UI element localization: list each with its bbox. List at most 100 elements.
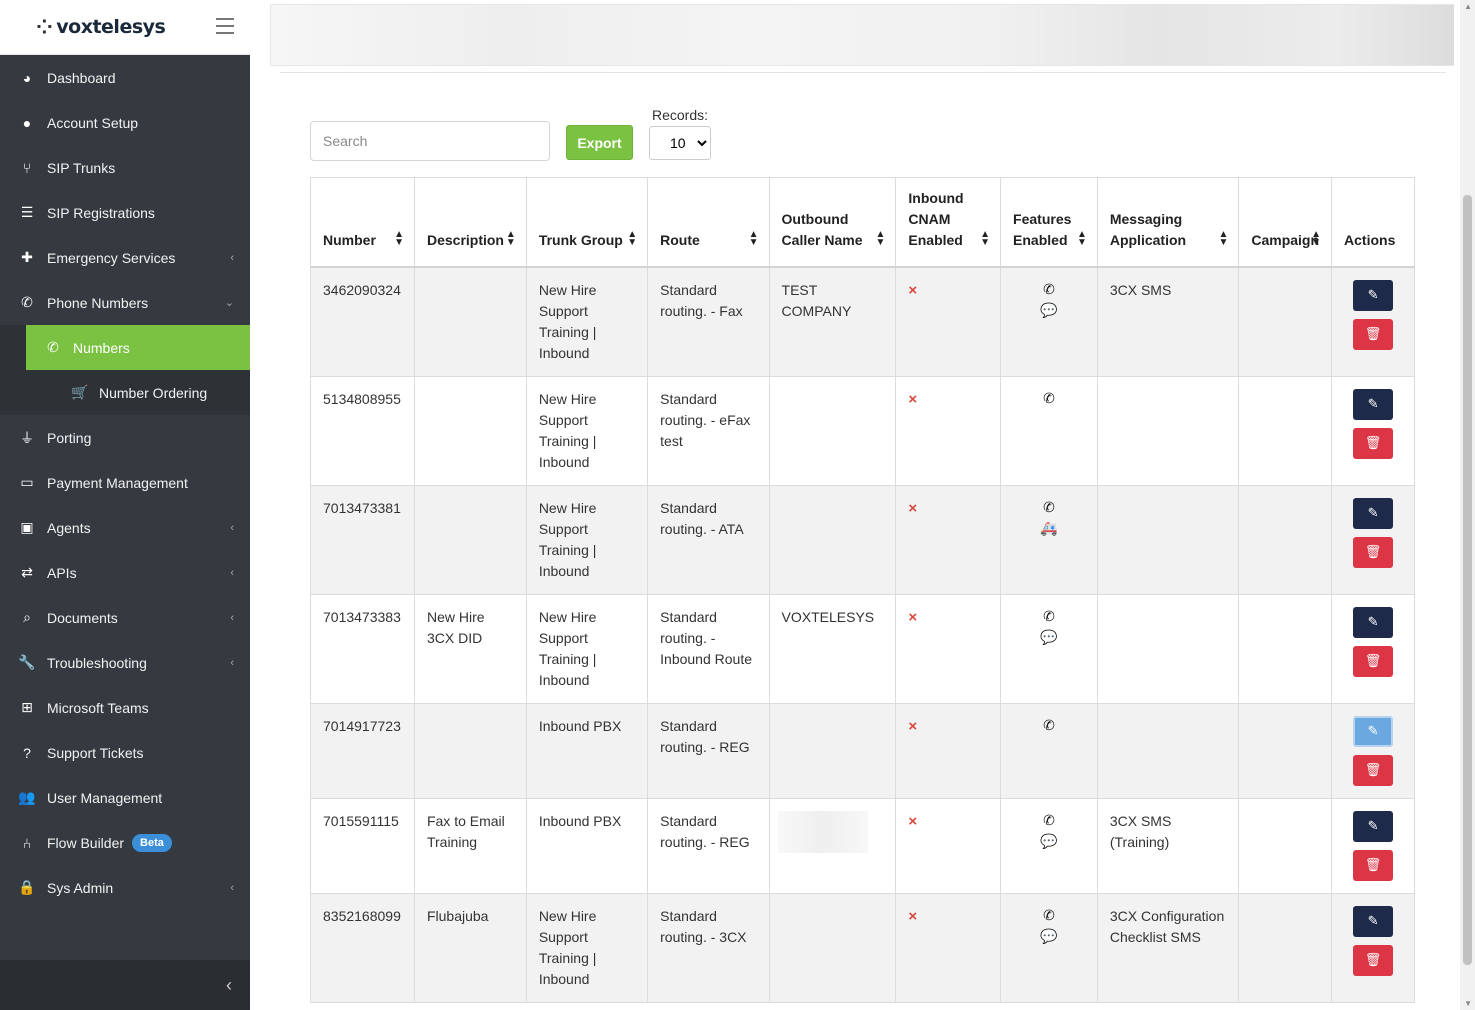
sidebar-item-documents[interactable]: ⌕ Documents ‹ [0,595,250,640]
edit-button[interactable]: ✎ [1353,388,1394,420]
sidebar-item-emergency-services[interactable]: ✚ Emergency Services ‹ [0,235,250,280]
cell-caller-name [768,484,897,595]
delete-button[interactable]: 🗑 [1353,536,1394,568]
sidebar-item-flow-builder[interactable]: ⑃ Flow Builder Beta [0,820,250,865]
phone-icon: ✆ [21,294,33,310]
column-header-inbound-cnam-enabled[interactable]: Inbound CNAM Enabled ▲ ▼ [895,177,1002,268]
delete-button[interactable]: 🗑 [1353,754,1394,786]
cell-text: New Hire Support Training | Inbound [538,281,597,361]
column-header-campaign[interactable]: Campaign ▲ ▼ [1238,177,1333,268]
sort-icon[interactable]: ▲ ▼ [980,229,990,247]
edit-button[interactable]: ✎ [1353,279,1394,311]
phone-icon: ✆ [1043,906,1055,923]
dashboard-icon: ◕ [22,69,32,86]
cell-text: New Hire Support Training | Inbound [538,499,597,579]
column-header-messaging-application[interactable]: Messaging Application ▲ ▼ [1096,177,1240,268]
sort-icon[interactable]: ▲ ▼ [1077,229,1087,247]
edit-button[interactable]: ✎ [1353,905,1394,937]
sidebar-collapse-button[interactable]: ‹ [0,960,250,1010]
column-header-outbound-caller-name[interactable]: Outbound Caller Name ▲ ▼ [768,177,897,268]
table-row: 7015591115 Fax to Email Training Inbound P… [310,797,1415,894]
records-select[interactable]: 10 [649,126,711,160]
cell-route: Standard routing. - 3CX [647,892,770,1003]
sidebar-item-troubleshooting[interactable]: 🔧 Troubleshooting ‹ [0,640,250,685]
edit-button[interactable]: ✎ [1353,810,1394,842]
chevron-left-icon: ‹ [230,566,234,579]
sitemap-icon: ⑃ [22,834,32,851]
column-header-features-enabled[interactable]: Features Enabled ▲ ▼ [1000,177,1098,268]
cell-text: New Hire Support Training | Inbound [538,907,597,987]
sort-icon[interactable]: ▲ ▼ [394,229,404,247]
column-header-label: Number [323,231,376,248]
cell-text: Fax to Email Training [426,812,505,850]
page-scrollbar[interactable]: ▲ ▼ [1460,0,1475,1010]
cell-trunk-group: New Hire Support Training | Inbound [525,375,649,486]
sidebar-subitem-numbers[interactable]: ✆ Numbers [26,325,250,370]
table-row: 7013473383 New Hire 3CX DID New Hire Suppo… [310,593,1415,704]
sidebar-item-support-tickets[interactable]: ? Support Tickets [0,730,250,775]
delete-button[interactable]: 🗑 [1353,427,1394,459]
cell-text: VOXTELESYS [781,608,875,625]
cell-features: ✆ 💬 [1000,266,1098,377]
cell-campaign [1238,702,1333,799]
sidebar-item-porting[interactable]: ⏚ Porting [0,415,250,460]
scroll-up-icon[interactable]: ▲ [1464,2,1472,11]
edit-button[interactable]: ✎ [1353,497,1394,529]
cell-actions: ✎ 🗑 [1331,797,1415,894]
phone-icon: ✆ [1043,498,1055,515]
sidebar-item-agents[interactable]: ▣ Agents ‹ [0,505,250,550]
sort-icon[interactable]: ▲ ▼ [1218,229,1228,247]
sort-icon[interactable]: ▲ ▼ [876,229,886,247]
export-button[interactable]: Export [566,125,633,160]
edit-button[interactable]: ✎ [1353,606,1394,638]
column-header-number[interactable]: Number ▲ ▼ [310,177,415,268]
sidebar-subitem-number-ordering[interactable]: 🛒 Number Ordering [26,370,250,415]
trash-icon: 🗑 [1364,544,1382,559]
scroll-down-icon[interactable]: ▼ [1464,999,1472,1008]
trash-icon: 🗑 [1364,952,1382,967]
column-header-label: Actions [1344,231,1396,248]
hamburger-menu-icon[interactable] [216,18,234,34]
column-header-description[interactable]: Description ▲ ▼ [413,177,527,268]
cell-number: 8352168099 [310,892,415,1003]
features-list: ✆ 💬 [1013,906,1085,946]
delete-button[interactable]: 🗑 [1353,645,1394,677]
cell-actions: ✎ 🗑 [1331,266,1415,377]
brand-logo[interactable]: ⁘ voxtelesys [36,15,166,39]
scroll-thumb[interactable] [1463,195,1472,965]
delete-button[interactable]: 🗑 [1353,318,1394,350]
sort-icon[interactable]: ▲ ▼ [749,229,759,247]
sidebar-item-sip-registrations[interactable]: ☰ SIP Registrations [0,190,250,235]
sidebar-item-user-management[interactable]: 👥 User Management [0,775,250,820]
column-header-label: Inbound CNAM Enabled [908,189,964,248]
sidebar-item-apis[interactable]: ⇄ APIs ‹ [0,550,250,595]
delete-button[interactable]: 🗑 [1353,849,1394,881]
trash-icon: 🗑 [1364,762,1382,777]
edit-button[interactable]: ✎ [1353,715,1394,747]
search-input[interactable] [310,121,550,161]
cell-text: Standard routing. - ATA [660,499,744,537]
sidebar-item-account-setup[interactable]: ● Account Setup [0,100,250,145]
cell-actions: ✎ 🗑 [1331,375,1415,486]
cell-text: Inbound PBX [538,717,622,734]
sidebar-item-payment-management[interactable]: ▭ Payment Management [0,460,250,505]
delete-button[interactable]: 🗑 [1353,944,1394,976]
numbers-table: Number ▲ ▼ Description ▲ ▼ Trunk Group ▲ ▼ Route ▲… [310,177,1415,1003]
cell-text: Inbound PBX [538,812,622,829]
cell-number: 5134808955 [310,375,415,486]
cell-actions: ✎ 🗑 [1331,484,1415,595]
sort-icon[interactable]: ▲ ▼ [1311,229,1321,247]
sidebar-item-dashboard[interactable]: ◕ Dashboard [0,55,250,100]
sort-icon[interactable]: ▲ ▼ [506,229,516,247]
pencil-icon: ✎ [1367,505,1379,520]
sort-icon[interactable]: ▲ ▼ [627,229,637,247]
column-header-trunk-group[interactable]: Trunk Group ▲ ▼ [525,177,649,268]
cell-number: 7013473381 [310,484,415,595]
sidebar-item-label: Emergency Services [47,249,176,266]
sidebar-item-phone-numbers[interactable]: ✆ Phone Numbers ⌄ [0,280,250,325]
column-header-label: Features Enabled [1013,210,1072,248]
sidebar-item-sip-trunks[interactable]: ⑂ SIP Trunks [0,145,250,190]
column-header-route[interactable]: Route ▲ ▼ [647,177,770,268]
sidebar-item-sys-admin[interactable]: 🔒 Sys Admin ‹ [0,865,250,910]
sidebar-item-microsoft-teams[interactable]: ⊞ Microsoft Teams [0,685,250,730]
